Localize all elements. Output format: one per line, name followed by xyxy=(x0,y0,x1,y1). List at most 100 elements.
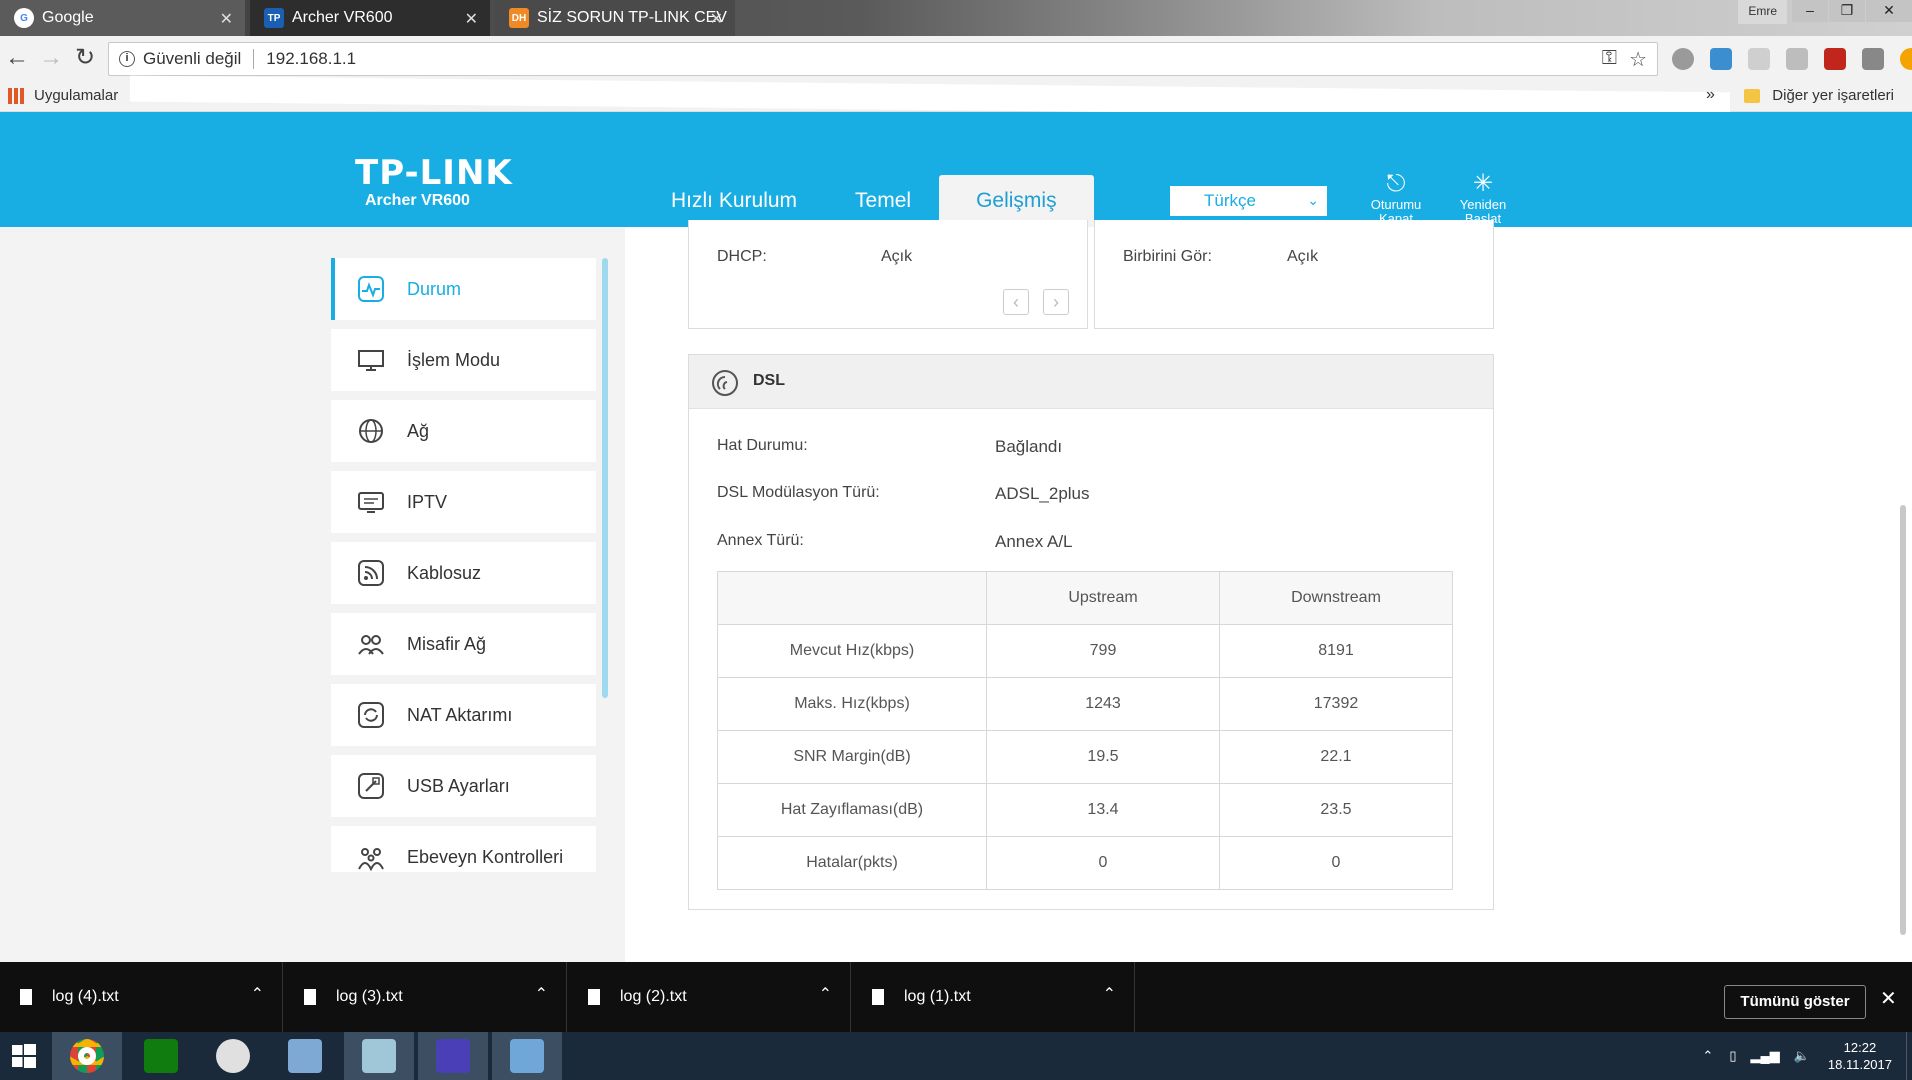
chrome-taskbar-icon[interactable] xyxy=(52,1032,122,1080)
table-cell: 22.1 xyxy=(1219,730,1453,784)
apps-shortcut[interactable]: Uygulamalar xyxy=(8,87,118,104)
table-cell: Mevcut Hız(kbps) xyxy=(717,624,987,678)
table-row: Maks. Hız(kbps) 1243 17392 xyxy=(717,677,1453,731)
chevron-up-icon[interactable]: ⌃ xyxy=(535,984,548,1004)
show-all-downloads-button[interactable]: Tümünü göster xyxy=(1724,985,1866,1019)
tab-google[interactable]: G Google ✕ xyxy=(0,0,245,36)
volume-icon[interactable]: 🔈 xyxy=(1794,1048,1810,1064)
chevron-down-icon: ⌄ xyxy=(1307,192,1319,208)
bookmark-star-icon[interactable]: ☆ xyxy=(1629,47,1647,72)
sidebar-item-parental-controls[interactable]: Ebeveyn Kontrolleri xyxy=(331,826,596,872)
sidebar-item-usb[interactable]: USB Ayarları xyxy=(331,755,596,817)
clock[interactable]: 12:22 18.11.2017 xyxy=(1828,1039,1892,1073)
info-icon[interactable]: i xyxy=(119,51,135,67)
chevron-up-icon[interactable]: ⌃ xyxy=(251,984,264,1004)
notepad-taskbar-icon[interactable] xyxy=(344,1032,414,1080)
modulation-label: DSL Modülasyon Türü: xyxy=(717,484,880,501)
ublock-icon[interactable] xyxy=(1824,48,1846,70)
key-icon[interactable]: ⚿ xyxy=(1602,47,1617,70)
browser-tab-strip: G Google ✕ TP Archer VR600 ✕ DH SİZ SORU… xyxy=(0,0,1912,36)
windows-start-icon[interactable] xyxy=(0,1032,48,1080)
model-name: Archer VR600 xyxy=(365,192,470,209)
sidebar-item-wireless[interactable]: Kablosuz xyxy=(331,542,596,604)
lan-panel: DHCP: Açık ‹ › xyxy=(688,220,1088,329)
reboot-icon: ✳ xyxy=(1472,170,1494,197)
mail-icon[interactable] xyxy=(1862,48,1884,70)
back-icon[interactable]: ← xyxy=(2,44,32,74)
file-icon xyxy=(588,989,600,1005)
table-header: Upstream xyxy=(986,571,1220,625)
minimize-icon[interactable]: – xyxy=(1792,0,1828,22)
next-page-icon[interactable]: › xyxy=(1043,289,1069,315)
reload-icon[interactable]: ↻ xyxy=(70,44,100,74)
keyboard-taskbar-icon[interactable] xyxy=(270,1032,340,1080)
other-bookmarks-label: Diğer yer işaretleri xyxy=(1772,87,1894,104)
chevron-up-icon[interactable]: ⌃ xyxy=(1103,984,1116,1004)
notifications-icon[interactable] xyxy=(1906,1032,1912,1080)
control-panel-taskbar-icon[interactable] xyxy=(492,1032,562,1080)
logout-button[interactable]: ⎋ Oturumu Kapat xyxy=(1356,170,1436,226)
browser-toolbar: ← → ↻ i Güvenli değil 192.168.1.1 ⚿ ☆ xyxy=(0,36,1912,82)
close-tab-icon[interactable]: ✕ xyxy=(710,9,723,29)
sidebar-item-operation-mode[interactable]: İşlem Modu xyxy=(331,329,596,391)
tab-donanimhaber[interactable]: DH SİZ SORUN TP-LINK CEV ✕ xyxy=(495,0,735,36)
bookmarks-overflow[interactable]: » xyxy=(1706,86,1715,104)
reboot-button[interactable]: ✳ Yeniden Başlat xyxy=(1443,170,1523,226)
sidebar-item-network[interactable]: Ağ xyxy=(331,400,596,462)
extension-icon[interactable] xyxy=(1748,48,1770,70)
dsl-title: DSL xyxy=(753,372,785,389)
table-cell: Maks. Hız(kbps) xyxy=(717,677,987,731)
sidebar-item-iptv[interactable]: IPTV xyxy=(331,471,596,533)
table-row: Hat Zayıflaması(dB) 13.4 23.5 xyxy=(717,783,1453,837)
language-select[interactable]: Türkçe ⌄ xyxy=(1170,186,1327,216)
sidebar-item-guest-network[interactable]: Misafir Ağ xyxy=(331,613,596,675)
bookmarks-bar: Uygulamalar » Diğer yer işaretleri xyxy=(0,75,1912,119)
close-tab-icon[interactable]: ✕ xyxy=(465,9,478,29)
chevron-up-icon[interactable]: ⌃ xyxy=(819,984,832,1004)
address-bar[interactable]: i Güvenli değil 192.168.1.1 ⚿ ☆ xyxy=(108,42,1658,76)
restore-icon[interactable]: ❐ xyxy=(1829,0,1865,22)
sidebar-item-nat[interactable]: NAT Aktarımı xyxy=(331,684,596,746)
forward-icon[interactable]: → xyxy=(36,44,66,74)
prev-page-icon[interactable]: ‹ xyxy=(1003,289,1029,315)
close-icon[interactable]: ✕ xyxy=(1880,986,1897,1011)
download-item[interactable]: log (2).txt ⌃ xyxy=(568,962,851,1032)
page-scrollbar[interactable] xyxy=(1900,505,1906,935)
annex-label: Annex Türü: xyxy=(717,532,804,549)
guests-icon xyxy=(357,630,385,658)
download-item[interactable]: log (3).txt ⌃ xyxy=(284,962,567,1032)
other-bookmarks[interactable]: Diğer yer işaretleri xyxy=(1744,87,1894,104)
extension-icon[interactable] xyxy=(1786,48,1808,70)
windows-taskbar: ⌃ ▯ ▂▄▆ 🔈 12:22 18.11.2017 xyxy=(0,1032,1912,1080)
chevron-up-icon[interactable]: ⌃ xyxy=(1702,1048,1713,1064)
store-icon xyxy=(144,1039,178,1073)
folder-icon xyxy=(1744,88,1761,103)
table-row: SNR Margin(dB) 19.5 22.1 xyxy=(717,730,1453,784)
close-window-icon[interactable]: ✕ xyxy=(1866,0,1912,22)
sidebar-item-status[interactable]: Durum xyxy=(331,258,596,320)
network-icon[interactable]: ▂▄▆ xyxy=(1750,1048,1779,1064)
clock-time: 12:22 xyxy=(1843,1040,1877,1055)
sidebar-scrollbar[interactable] xyxy=(602,258,608,698)
file-icon xyxy=(20,989,32,1005)
window-controls: Emre – ❐ ✕ xyxy=(1738,0,1912,24)
usb-device-icon[interactable]: ▯ xyxy=(1729,1048,1736,1064)
download-item[interactable]: log (1).txt ⌃ xyxy=(852,962,1135,1032)
extension-icon[interactable] xyxy=(1672,48,1694,70)
tab-title: Archer VR600 xyxy=(292,9,393,26)
activity-icon xyxy=(357,275,385,303)
extension-icon[interactable] xyxy=(1710,48,1732,70)
tplink-icon: TP xyxy=(264,8,284,28)
download-item[interactable]: log (4).txt ⌃ xyxy=(0,962,283,1032)
warning-icon[interactable] xyxy=(1900,48,1912,70)
settings-taskbar-icon[interactable] xyxy=(418,1032,488,1080)
close-tab-icon[interactable]: ✕ xyxy=(220,9,233,29)
sidebar-item-label: İşlem Modu xyxy=(407,349,501,370)
profile-name[interactable]: Emre xyxy=(1738,0,1787,24)
dsl-stats-table: Upstream Downstream Mevcut Hız(kbps) 799… xyxy=(717,571,1453,890)
tab-archer[interactable]: TP Archer VR600 ✕ xyxy=(250,0,490,36)
paint-taskbar-icon[interactable] xyxy=(198,1032,268,1080)
sidebar-item-label: Kablosuz xyxy=(407,562,482,583)
dhcp-label: DHCP: xyxy=(717,248,767,265)
store-taskbar-icon[interactable] xyxy=(126,1032,196,1080)
